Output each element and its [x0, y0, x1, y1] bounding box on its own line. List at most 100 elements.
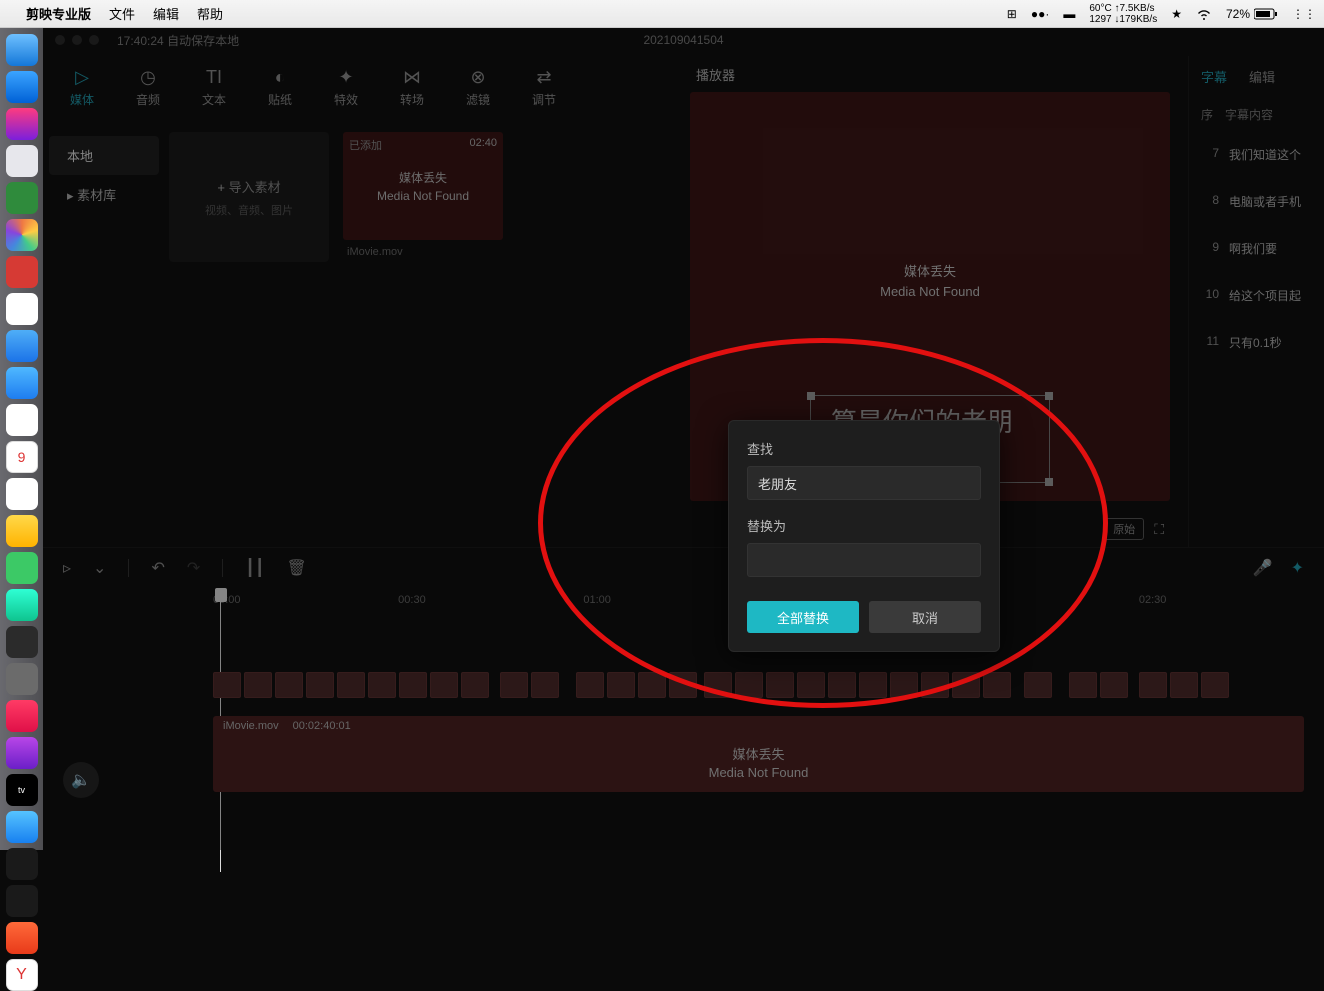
split-icon[interactable]: ┃┃ — [245, 558, 264, 578]
resize-handle-br[interactable] — [1045, 478, 1053, 486]
col-index: 序 — [1201, 106, 1213, 123]
replace-input[interactable] — [747, 543, 981, 577]
timecode-ruler[interactable]: 00:00 00:30 01:00 01:30 02:00 02:30 — [43, 588, 1324, 612]
tab-filter[interactable]: ⊗ 滤镜 — [445, 66, 511, 108]
menu-edit[interactable]: 编辑 — [153, 4, 179, 23]
sticker-icon: ◐ — [275, 66, 286, 88]
undo-icon[interactable]: ↶ — [151, 558, 164, 578]
autosave-info: 17:40:24 自动保存本地 — [117, 32, 239, 49]
dock-settings[interactable] — [6, 663, 38, 695]
aspect-ratio-button[interactable]: 原始 — [1104, 518, 1144, 540]
dock-app3[interactable] — [6, 108, 38, 140]
project-id: 202109041504 — [643, 33, 723, 47]
import-media-button[interactable]: + 导入素材 视频、音频、图片 — [169, 132, 329, 262]
timeline-toolbar: ▹ ⌄ ↶ ↷ ┃┃ 🗑 🎤 ✦ — [43, 548, 1324, 588]
select-tool-icon[interactable]: ▹ — [63, 558, 71, 578]
dock-terminal[interactable] — [6, 626, 38, 658]
video-track-clip[interactable]: iMovie.mov 00:02:40:01 媒体丢失 Media Not Fo… — [213, 716, 1304, 792]
select-dropdown-icon[interactable]: ⌄ — [93, 558, 106, 578]
tab-subtitle[interactable]: 字幕 — [1201, 67, 1227, 86]
media-panel: ▷ 媒体 ◷ 音频 TI 文本 ◐ 贴纸 ✦ 特效 — [49, 56, 672, 547]
dock-chrome[interactable] — [6, 219, 38, 251]
dock-wechat[interactable] — [6, 589, 38, 621]
sidebar-item-library[interactable]: ▸ 素材库 — [49, 175, 159, 214]
subtitle-list-panel: 字幕 编辑 序 字幕内容 7我们知道这个 8电脑或者手机 9啊我们要 10给这个… — [1188, 56, 1318, 547]
subtitle-row: 9啊我们要 — [1189, 225, 1318, 272]
dock-app23[interactable] — [6, 848, 38, 880]
dock-finder[interactable] — [6, 34, 38, 66]
macos-dock: 9 tv Y — [0, 28, 43, 850]
tab-subtitle-edit[interactable]: 编辑 — [1249, 67, 1275, 86]
mic-icon[interactable]: 🎤 — [1253, 558, 1273, 578]
clip-filename: iMovie.mov — [223, 720, 279, 732]
dock-mail[interactable] — [6, 367, 38, 399]
dock-safari2[interactable] — [6, 330, 38, 362]
tab-transition[interactable]: ⋈ 转场 — [379, 66, 445, 108]
status-wifi-icon[interactable] — [1196, 8, 1212, 20]
find-replace-dialog: 查找 替换为 全部替换 取消 — [728, 420, 1000, 652]
delete-icon[interactable]: 🗑 — [287, 558, 307, 578]
menu-file[interactable]: 文件 — [109, 4, 135, 23]
auto-subtitle-icon[interactable]: ✦ — [1291, 558, 1304, 578]
status-battery[interactable]: 72% — [1226, 7, 1278, 21]
redo-icon[interactable]: ↷ — [187, 558, 200, 578]
dock-music[interactable] — [6, 700, 38, 732]
category-tabs: ▷ 媒体 ◷ 音频 TI 文本 ◐ 贴纸 ✦ 特效 — [49, 56, 672, 118]
dock-safari[interactable] — [6, 71, 38, 103]
tab-audio[interactable]: ◷ 音频 — [115, 66, 181, 108]
subtitle-track[interactable] — [113, 672, 1304, 698]
dock-photos[interactable] — [6, 478, 38, 510]
dock-stocks[interactable] — [6, 515, 38, 547]
status-dots-icon[interactable]: ●●· — [1031, 7, 1050, 21]
tab-effect[interactable]: ✦ 特效 — [313, 66, 379, 108]
fullscreen-icon[interactable]: ⛶ — [1154, 521, 1164, 538]
dock-notes[interactable] — [6, 404, 38, 436]
status-network: 60°C ↑7.5KB/s 1297 ↓179KB/s — [1089, 3, 1157, 25]
dock-app8[interactable] — [6, 293, 38, 325]
resize-handle-tr[interactable] — [1045, 392, 1053, 400]
player-header: 播放器 — [680, 56, 1180, 92]
status-control-icon[interactable]: ⋮⋮ — [1292, 7, 1316, 21]
cancel-button[interactable]: 取消 — [869, 601, 981, 633]
playhead[interactable] — [215, 588, 227, 602]
tab-media[interactable]: ▷ 媒体 — [49, 66, 115, 108]
sidebar-item-local[interactable]: 本地 — [49, 136, 159, 175]
media-duration: 02:40 — [469, 137, 497, 149]
subtitle-row: 11只有0.1秒 — [1189, 319, 1318, 366]
tab-sticker[interactable]: ◐ 贴纸 — [247, 66, 313, 108]
dock-appstore[interactable] — [6, 811, 38, 843]
track-mute-button[interactable]: 🔈 — [63, 762, 99, 798]
find-input[interactable] — [747, 466, 981, 500]
macos-menubar: 剪映专业版 文件 编辑 帮助 ⊞ ●●· ▬ 60°C ↑7.5KB/s 129… — [0, 0, 1324, 28]
status-display-icon[interactable]: ▬ — [1063, 7, 1075, 21]
status-star-icon[interactable]: ★ — [1171, 7, 1182, 21]
traffic-light-minimize[interactable] — [72, 35, 82, 45]
timeline-section: ▹ ⌄ ↶ ↷ ┃┃ 🗑 🎤 ✦ 00:00 00:30 01:00 01:30… — [43, 547, 1324, 847]
status-grid-icon[interactable]: ⊞ — [1007, 7, 1017, 21]
transition-icon: ⋈ — [403, 66, 421, 88]
menubar-app-name[interactable]: 剪映专业版 — [26, 4, 91, 23]
dock-android[interactable] — [6, 182, 38, 214]
adjust-icon: ⇄ — [536, 66, 551, 88]
dock-podcasts[interactable] — [6, 737, 38, 769]
traffic-light-zoom[interactable] — [89, 35, 99, 45]
find-label: 查找 — [747, 439, 981, 458]
subtitle-clip[interactable] — [213, 672, 241, 698]
dock-launchpad[interactable] — [6, 145, 38, 177]
tab-adjust[interactable]: ⇄ 调节 — [511, 66, 577, 108]
dock-messages[interactable] — [6, 552, 38, 584]
subtitle-list[interactable]: 7我们知道这个 8电脑或者手机 9啊我们要 10给这个项目起 11只有0.1秒 — [1189, 131, 1318, 366]
resize-handle-tl[interactable] — [807, 392, 815, 400]
media-item[interactable]: 已添加 02:40 媒体丢失 Media Not Found iMovie.mo… — [343, 132, 503, 533]
dock-app24[interactable] — [6, 885, 38, 917]
menu-help[interactable]: 帮助 — [197, 4, 223, 23]
dock-app7[interactable] — [6, 256, 38, 288]
media-sidebar: 本地 ▸ 素材库 — [49, 118, 159, 547]
traffic-light-close[interactable] — [55, 35, 65, 45]
dock-brave[interactable] — [6, 922, 38, 954]
subtitle-row: 7我们知道这个 — [1189, 131, 1318, 178]
tab-text[interactable]: TI 文本 — [181, 66, 247, 108]
effect-icon: ✦ — [338, 66, 353, 88]
replace-all-button[interactable]: 全部替换 — [747, 601, 859, 633]
player-error-text: 媒体丢失 Media Not Found — [880, 262, 980, 301]
